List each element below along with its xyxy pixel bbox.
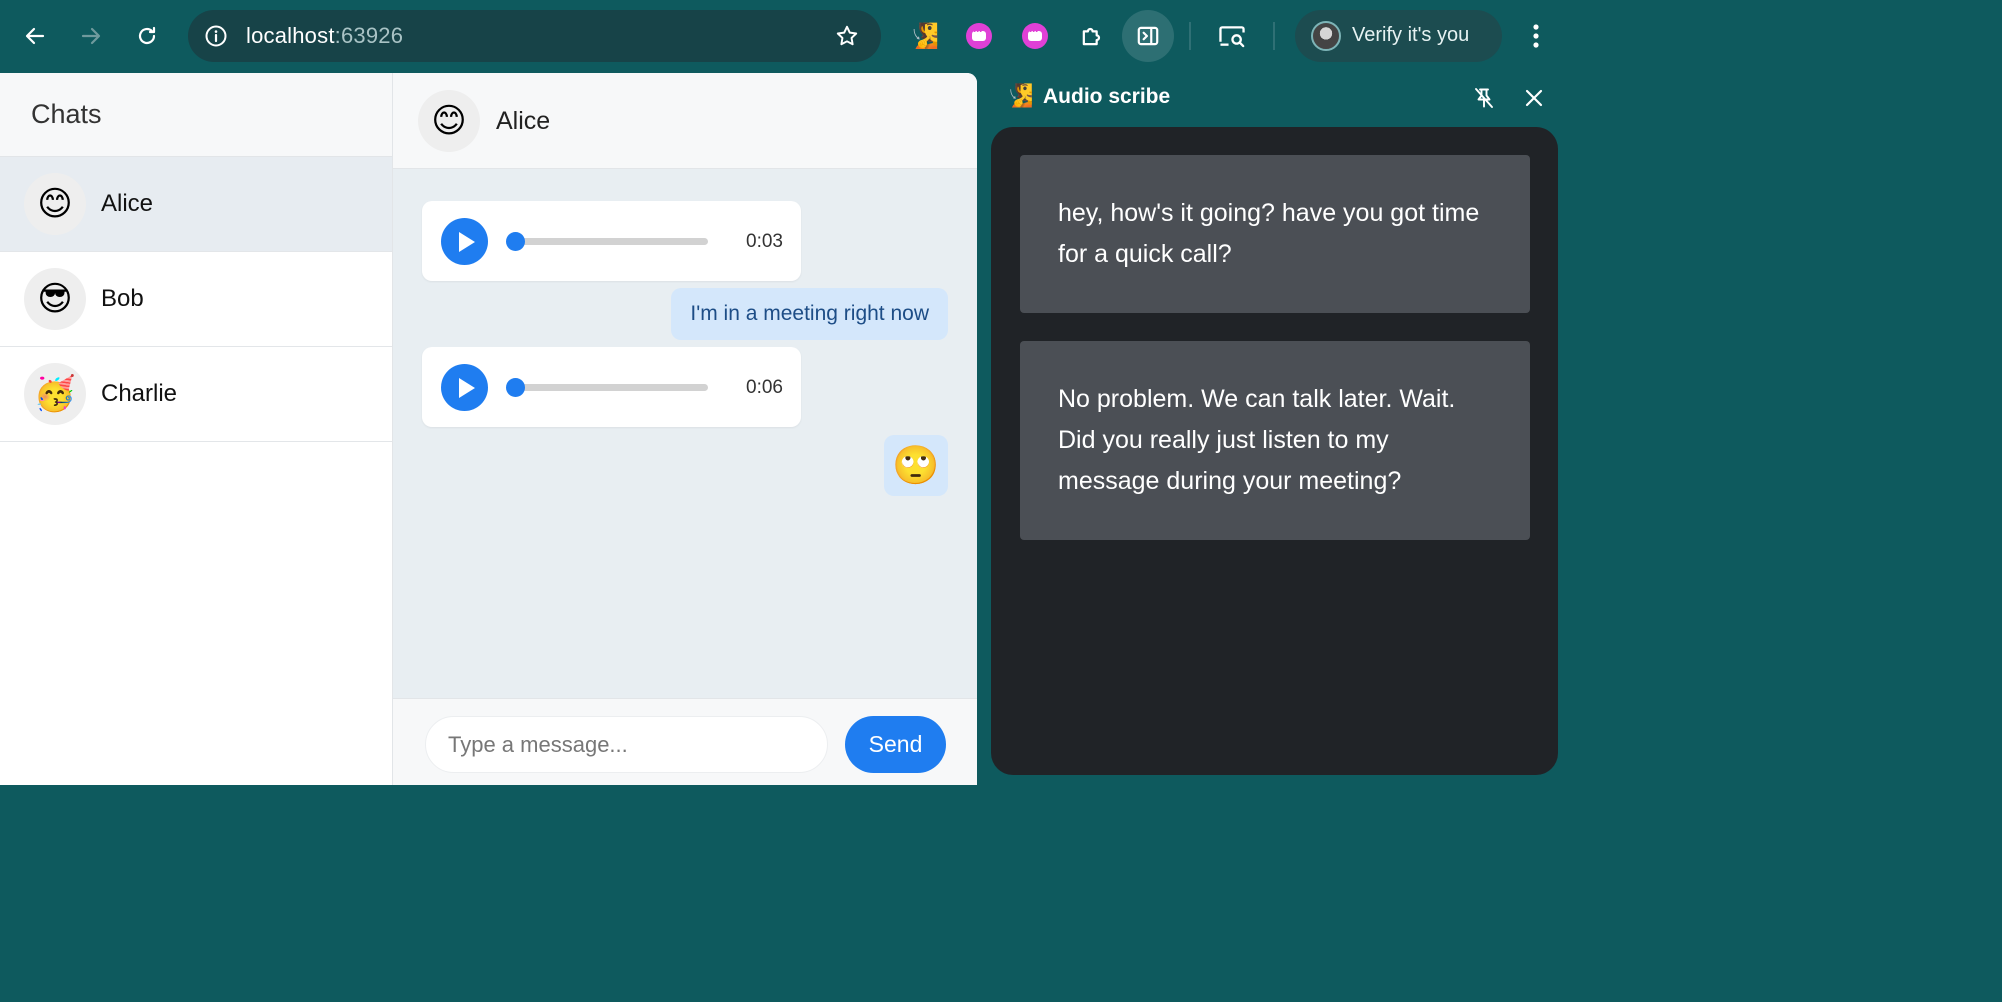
contact-name: Alice	[496, 107, 551, 135]
reload-button[interactable]	[125, 14, 169, 58]
site-info-icon[interactable]	[202, 22, 230, 50]
play-button[interactable]	[441, 218, 488, 265]
audio-message: 0:06	[422, 347, 801, 427]
audio-duration: 0:03	[746, 231, 783, 252]
unpin-button[interactable]	[1469, 83, 1499, 113]
conversation-panel: 😊 Alice 0:03 I'm in a meeting right now …	[393, 73, 977, 785]
profile-button[interactable]: Verify it's you	[1295, 10, 1502, 62]
url-port: :63926	[334, 23, 404, 48]
chat-list-panel: Chats 😊 Alice 😎 Bob 🥳 Charlie	[0, 73, 393, 785]
toolbar-divider-2	[1273, 22, 1275, 50]
unpin-icon	[1475, 88, 1493, 108]
message-composer: Send	[393, 698, 977, 785]
side-panel-icon	[1137, 26, 1159, 46]
chat-item-alice[interactable]: 😊 Alice	[0, 157, 392, 252]
avatar: 🥳	[24, 363, 86, 425]
toolbar-divider	[1189, 22, 1191, 50]
chat-list-header: Chats	[0, 73, 392, 157]
arrow-right-icon	[81, 27, 101, 45]
back-button[interactable]	[13, 14, 57, 58]
text-message: I'm in a meeting right now	[671, 288, 948, 340]
play-button[interactable]	[441, 364, 488, 411]
audio-progress-track[interactable]	[508, 384, 708, 391]
address-bar[interactable]: localhost:63926	[188, 10, 881, 62]
extensions-puzzle-icon[interactable]	[1074, 18, 1110, 54]
url-text[interactable]: localhost:63926	[246, 23, 403, 49]
chat-extension-icon[interactable]	[961, 18, 997, 54]
audio-duration: 0:06	[746, 377, 783, 398]
message-input[interactable]	[425, 716, 828, 773]
chat-item-name: Alice	[101, 190, 154, 217]
chat-item-charlie[interactable]: 🥳 Charlie	[0, 347, 392, 442]
reload-icon	[138, 26, 156, 45]
arrow-left-icon	[25, 27, 45, 45]
browser-toolbar: localhost:63926 🧏 Verify it's you	[0, 0, 1568, 73]
chat-item-name: Bob	[101, 285, 144, 312]
audio-progress-track[interactable]	[508, 238, 708, 245]
transcript-card: No problem. We can talk later. Wait. Did…	[1020, 341, 1530, 540]
url-host: localhost	[246, 23, 335, 48]
side-panel-toggle-button[interactable]	[1122, 10, 1174, 62]
audio-scribe-extension-icon[interactable]: 🧏	[906, 18, 942, 54]
side-panel-title: Audio scribe	[1043, 85, 1171, 108]
side-panel-header: 🧏 Audio scribe	[977, 73, 1568, 127]
profile-avatar	[1311, 21, 1341, 51]
cast-search-icon[interactable]	[1214, 18, 1250, 54]
play-icon	[458, 377, 475, 398]
avatar: 😊	[24, 173, 86, 235]
contact-avatar: 😊	[418, 90, 480, 152]
ear-person-icon: 🧏	[909, 22, 939, 50]
browser-menu-button[interactable]	[1516, 14, 1556, 58]
transcript-list: hey, how's it going? have you got time f…	[991, 127, 1558, 775]
chat-item-bob[interactable]: 😎 Bob	[0, 252, 392, 347]
conversation-header: 😊 Alice	[393, 73, 977, 169]
audio-message: 0:03	[422, 201, 801, 281]
close-button[interactable]	[1519, 83, 1549, 113]
audio-seek-handle[interactable]	[506, 378, 525, 397]
emoji-message: 🙄	[884, 435, 948, 496]
chat-item-name: Charlie	[101, 380, 178, 407]
chat-extension-2-icon[interactable]	[1017, 18, 1053, 54]
audio-seek-handle[interactable]	[506, 232, 525, 251]
more-vert-icon	[1533, 24, 1539, 48]
web-page: Chats 😊 Alice 😎 Bob 🥳 Charlie 😊 Alice 0:…	[0, 73, 977, 785]
send-button[interactable]: Send	[845, 716, 946, 773]
side-panel: 🧏 Audio scribe hey, how's it going? have…	[977, 73, 1568, 785]
close-icon	[1525, 89, 1543, 107]
play-icon	[458, 231, 475, 252]
forward-button[interactable]	[69, 14, 113, 58]
profile-label: Verify it's you	[1352, 24, 1470, 46]
bookmark-star-icon[interactable]	[833, 22, 861, 50]
transcript-card: hey, how's it going? have you got time f…	[1020, 155, 1530, 313]
ear-person-icon: 🧏	[1006, 83, 1034, 108]
avatar: 😎	[24, 268, 86, 330]
chat-list-title: Chats	[31, 99, 102, 129]
